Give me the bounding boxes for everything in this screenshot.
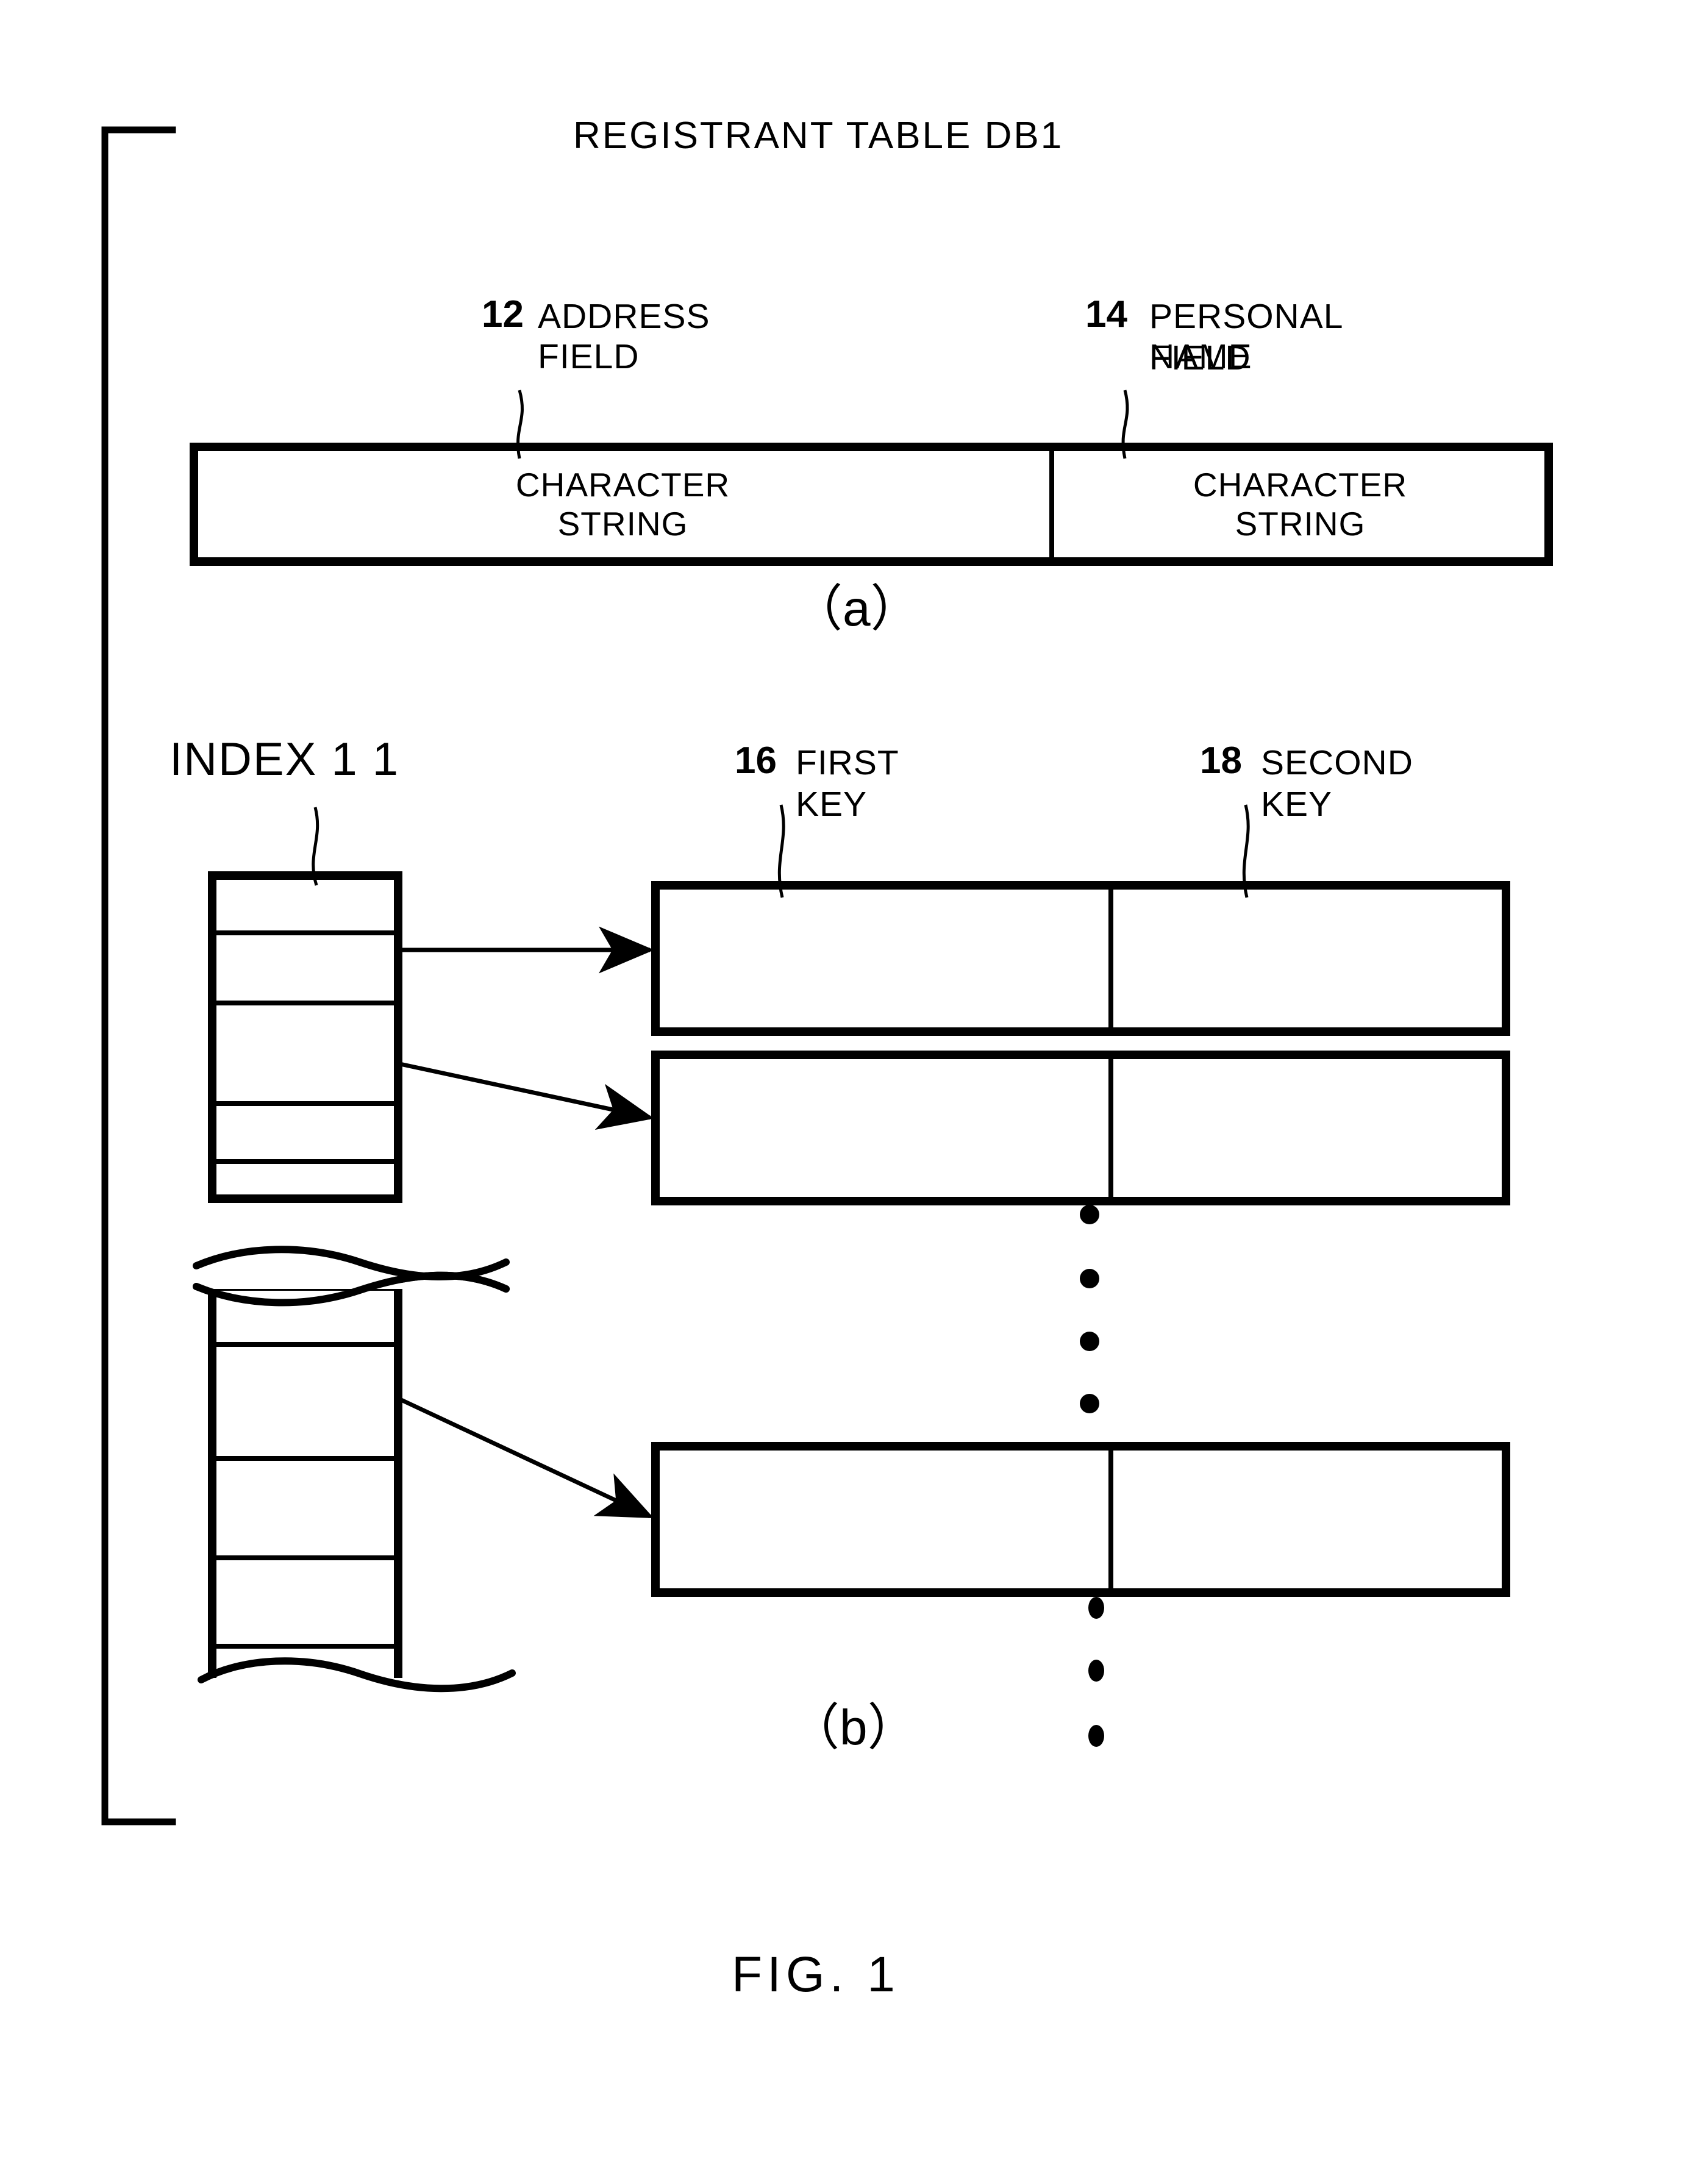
callout-12-number: 12 <box>482 293 524 335</box>
subfigure-a-label: （a） <box>793 581 921 637</box>
patent-figure: REGISTRANT TABLE DB1 12 ADDRESS FIELD 14… <box>0 0 1695 2184</box>
callout-14-number: 14 <box>1085 293 1127 335</box>
figure-linework <box>101 126 1553 1825</box>
callout-12-label: ADDRESS FIELD <box>538 297 710 376</box>
table-cell-personal-name-line1: CHARACTER <box>1193 466 1408 504</box>
record-box-1 <box>651 881 1510 1036</box>
callout-16-label-line1: FIRST <box>796 743 899 782</box>
ellipsis-dots-bottom <box>1088 1597 1104 1747</box>
ellipsis-dots-middle <box>1080 1205 1099 1413</box>
callout-16-label-line2: KEY <box>796 785 868 824</box>
table-cell-address-line2: STRING <box>557 505 688 543</box>
table-cell-personal-name-line2: STRING <box>1235 505 1366 543</box>
table-cell-address: CHARACTER STRING <box>194 465 1052 543</box>
callout-18-number: 18 <box>1200 740 1242 782</box>
table-cell-address-line1: CHARACTER <box>515 466 730 504</box>
callout-16-number: 16 <box>735 740 777 782</box>
index-column-break-upper <box>193 1246 510 1280</box>
index-label: INDEX 1 1 <box>170 733 400 785</box>
callout-18-label-line2: KEY <box>1261 785 1333 824</box>
pointer-arrow-3 <box>399 1397 654 1519</box>
index-column-lower <box>208 1282 402 1687</box>
page-title: REGISTRANT TABLE DB1 <box>573 115 1064 157</box>
callout-14-label-line2: FIELD <box>1149 338 1251 377</box>
record-box-2 <box>651 1051 1510 1205</box>
pointer-arrow-2 <box>399 1062 654 1130</box>
table-cell-personal-name: CHARACTER STRING <box>1052 465 1549 543</box>
index-column-upper <box>208 871 402 1203</box>
left-bracket <box>101 126 176 1825</box>
subfigure-b-label: （b） <box>790 1700 918 1755</box>
callout-18-label-line1: SECOND <box>1261 743 1413 782</box>
figure-caption: FIG. 1 <box>732 1947 900 2002</box>
record-box-3 <box>651 1442 1510 1597</box>
